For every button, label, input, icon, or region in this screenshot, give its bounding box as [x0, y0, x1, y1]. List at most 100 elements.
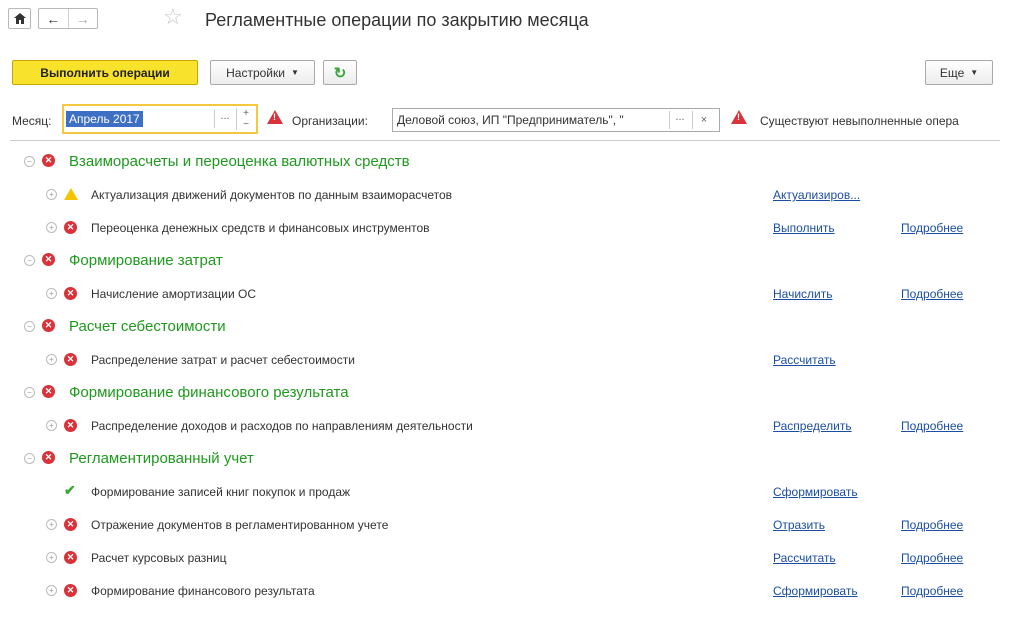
error-icon: ✕ [64, 551, 77, 564]
expand-toggle-icon[interactable]: + [46, 354, 57, 365]
operation-row[interactable]: + ✕ Переоценка денежных средств и финансов… [0, 211, 1024, 244]
month-warning-mark: ! [273, 112, 276, 122]
expand-toggle-icon[interactable]: + [46, 585, 57, 596]
operation-label: Распределение доходов и расходов по напр… [91, 419, 473, 433]
refresh-button[interactable]: ↻ [323, 60, 357, 85]
group-title: Расчет себестоимости [69, 318, 226, 335]
organizations-warning-mark: ! [737, 112, 740, 122]
operation-label: Формирование записей книг покупок и прод… [91, 485, 351, 499]
caret-down-icon: ▼ [970, 68, 979, 77]
operation-row[interactable]: + ✕ Распределение доходов и расходов по на… [0, 409, 1024, 442]
month-value: Апрель 2017 [66, 111, 143, 127]
details-link[interactable]: Подробнее [901, 419, 963, 433]
run-operations-button[interactable]: Выполнить операции [12, 60, 198, 85]
arrow-left-icon: ← [46, 10, 61, 27]
action-link[interactable]: Актуализиров... [773, 188, 860, 202]
operation-row[interactable]: + ✕ Начисление амортизации ОС Начислить Подр… [0, 277, 1024, 310]
action-link[interactable]: Рассчитать [773, 353, 836, 367]
error-icon: ✕ [64, 221, 77, 234]
month-spinner-icon[interactable]: + − [236, 108, 255, 130]
error-icon: ✕ [42, 154, 55, 167]
error-icon: ✕ [42, 253, 55, 266]
operation-group-row[interactable]: − ✕ Расчет себестоимости [0, 310, 1024, 343]
refresh-icon: ↻ [333, 64, 347, 82]
action-link[interactable]: Выполнить [773, 221, 835, 235]
more-label: Еще [939, 65, 965, 80]
warning-icon [64, 188, 78, 200]
group-title: Формирование затрат [69, 252, 223, 269]
group-title: Формирование финансового результата [69, 384, 349, 401]
collapse-toggle-icon[interactable]: − [24, 453, 35, 464]
action-link[interactable]: Отразить [773, 518, 825, 532]
operation-label: Переоценка денежных средств и финансовых… [91, 221, 430, 235]
operation-row[interactable]: + ✕ Формирование финансового результата Сфо… [0, 574, 1024, 607]
action-link[interactable]: Сформировать [773, 485, 858, 499]
details-link[interactable]: Подробнее [901, 518, 963, 532]
operation-label: Формирование финансового результата [91, 584, 315, 598]
details-link[interactable]: Подробнее [901, 287, 963, 301]
operation-row[interactable]: + ✕ Распределение затрат и расчет себестои… [0, 343, 1024, 376]
favorite-star-icon[interactable]: ☆ [163, 5, 183, 29]
collapse-toggle-icon[interactable]: − [24, 255, 35, 266]
operation-row[interactable]: ✔ Формирование записей книг покупок и про… [0, 475, 1024, 508]
expand-toggle-icon[interactable]: + [46, 519, 57, 530]
back-button[interactable]: ← [39, 9, 69, 28]
operation-group-row[interactable]: − ✕ Формирование затрат [0, 244, 1024, 277]
operation-group-row[interactable]: − ✕ Взаиморасчеты и переоценка валютных ср… [0, 145, 1024, 178]
operation-group-row[interactable]: − ✕ Формирование финансового результата [0, 376, 1024, 409]
collapse-toggle-icon[interactable]: − [24, 321, 35, 332]
arrow-right-icon: → [75, 10, 90, 27]
settings-dropdown-button[interactable]: Настройки ▼ [210, 60, 315, 85]
details-link[interactable]: Подробнее [901, 221, 963, 235]
organizations-label: Организации: [292, 114, 368, 128]
collapse-toggle-icon[interactable]: − [24, 156, 35, 167]
expand-toggle-icon[interactable]: + [46, 222, 57, 233]
action-link[interactable]: Начислить [773, 287, 832, 301]
organizations-clear-icon[interactable]: × [692, 111, 715, 129]
operation-group-row[interactable]: − ✕ Регламентированный учет [0, 442, 1024, 475]
operation-label: Актуализация движений документов по данн… [91, 188, 453, 202]
operation-row[interactable]: + ✕ Отражение документов в регламентирован… [0, 508, 1024, 541]
operation-label: Распределение затрат и расчет себестоимо… [91, 353, 355, 367]
action-link[interactable]: Сформировать [773, 584, 858, 598]
month-select-button[interactable]: ... [214, 110, 235, 128]
group-title: Регламентированный учет [69, 450, 254, 467]
checkmark-icon: ✔ [64, 482, 76, 498]
operation-row[interactable]: + Актуализация движений документов по дан… [0, 178, 1024, 211]
error-icon: ✕ [64, 584, 77, 597]
error-icon: ✕ [64, 287, 77, 300]
collapse-toggle-icon[interactable]: − [24, 387, 35, 398]
error-icon: ✕ [64, 518, 77, 531]
settings-label: Настройки [226, 65, 285, 80]
error-icon: ✕ [64, 353, 77, 366]
operation-row[interactable]: + ✕ Расчет курсовых разниц Рассчитать Подроб… [0, 541, 1024, 574]
divider [10, 140, 1000, 141]
details-link[interactable]: Подробнее [901, 551, 963, 565]
error-icon: ✕ [42, 451, 55, 464]
action-link[interactable]: Рассчитать [773, 551, 836, 565]
expand-toggle-icon[interactable]: + [46, 420, 57, 431]
page-title: Регламентные операции по закрытию месяца [205, 10, 589, 30]
home-button[interactable] [8, 8, 31, 29]
forward-button[interactable]: → [69, 9, 98, 28]
details-link[interactable]: Подробнее [901, 584, 963, 598]
operation-label: Начисление амортизации ОС [91, 287, 257, 301]
unfinished-operations-warning: Существуют невыполненные опера [760, 114, 959, 128]
organizations-field[interactable]: Деловой союз, ИП "Предприниматель", " ..… [392, 108, 720, 132]
operation-label: Отражение документов в регламентированно… [91, 518, 389, 532]
organizations-select-button[interactable]: ... [669, 111, 690, 129]
error-icon: ✕ [64, 419, 77, 432]
home-icon [13, 13, 26, 24]
expand-toggle-icon[interactable]: + [46, 189, 57, 200]
month-field[interactable]: Апрель 2017 ... + − [62, 104, 258, 134]
expand-toggle-icon[interactable]: + [46, 552, 57, 563]
more-dropdown-button[interactable]: Еще ▼ [925, 60, 993, 85]
action-link[interactable]: Распределить [773, 419, 852, 433]
expand-toggle-icon[interactable]: + [46, 288, 57, 299]
error-icon: ✕ [42, 385, 55, 398]
operation-label: Расчет курсовых разниц [91, 551, 227, 565]
organizations-value: Деловой союз, ИП "Предприниматель", " [397, 113, 624, 127]
group-title: Взаиморасчеты и переоценка валютных сред… [69, 153, 410, 170]
month-label: Месяц: [12, 114, 52, 128]
caret-down-icon: ▼ [290, 68, 299, 77]
